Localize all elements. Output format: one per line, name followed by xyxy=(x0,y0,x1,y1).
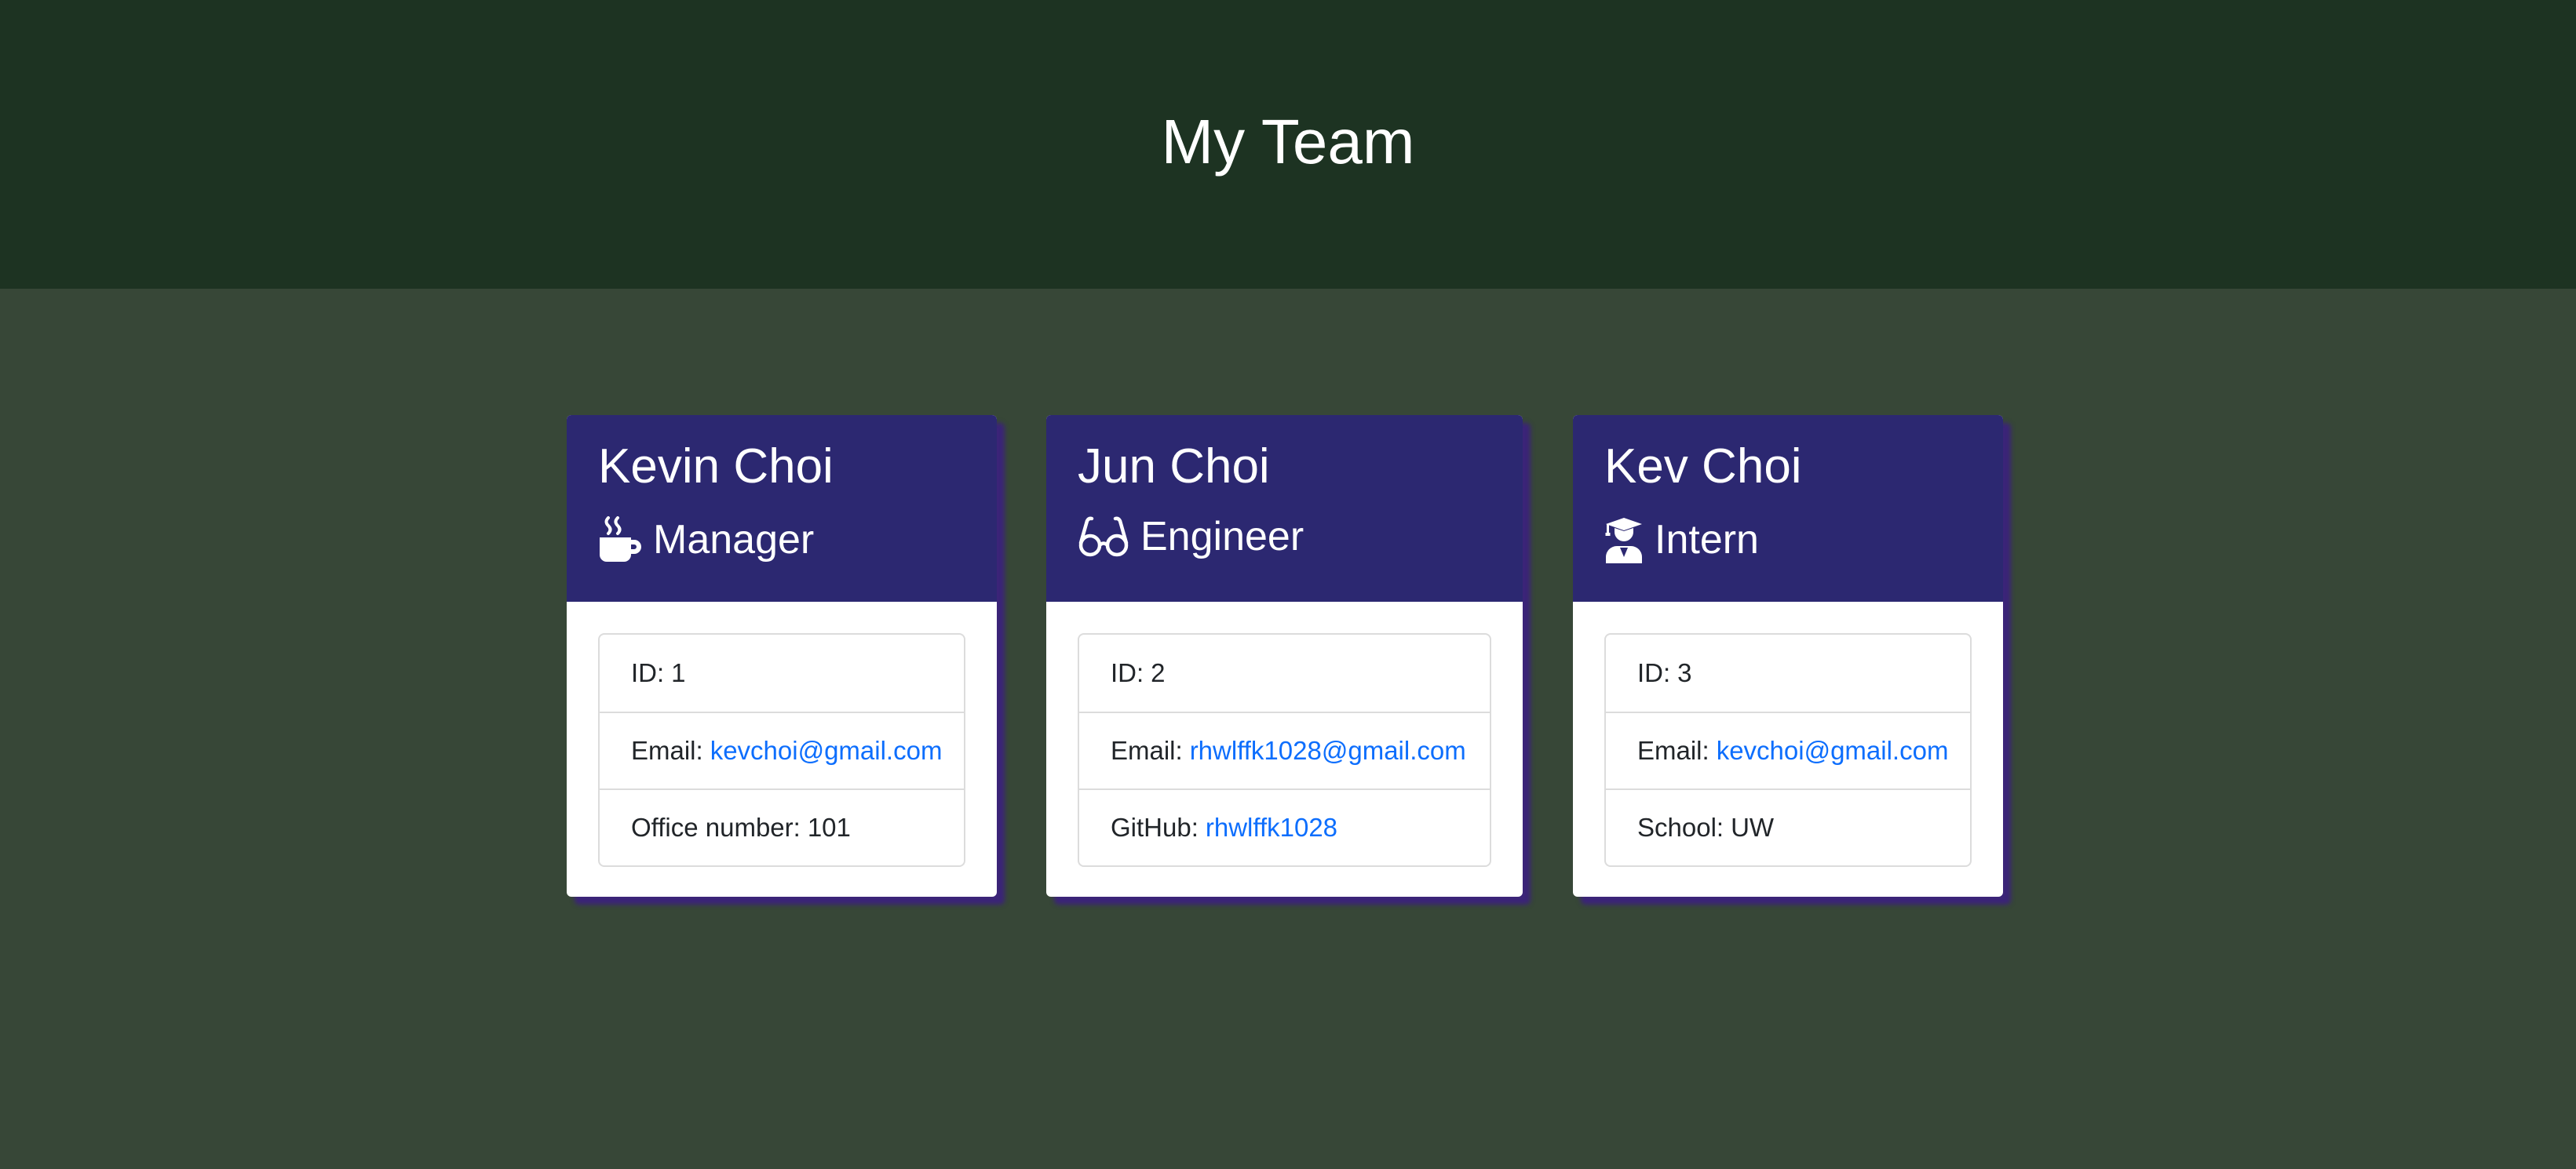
id-label: ID: xyxy=(631,658,665,687)
id-value: 3 xyxy=(1677,658,1692,687)
card-header: Kevin Choi Manager xyxy=(567,415,997,602)
list-item-email: Email: kevchoi@gmail.com xyxy=(600,712,964,788)
employee-card-intern: Kev Choi Intern ID: 3 Email: kevchoi@gma… xyxy=(1573,415,2003,897)
role-label: Manager xyxy=(653,517,815,563)
info-list: ID: 2 Email: rhwlffk1028@gmail.com GitHu… xyxy=(1078,633,1491,867)
list-item-email: Email: kevchoi@gmail.com xyxy=(1606,712,1970,788)
list-item-school: School: UW xyxy=(1606,788,1970,865)
user-graduate-icon xyxy=(1604,516,1644,563)
office-number-value: 101 xyxy=(807,813,851,842)
email-label: Email: xyxy=(1111,736,1183,765)
role-label: Intern xyxy=(1655,517,1759,563)
list-item-email: Email: rhwlffk1028@gmail.com xyxy=(1079,712,1490,788)
employee-name: Kevin Choi xyxy=(598,439,834,493)
email-label: Email: xyxy=(631,736,703,765)
id-label: ID: xyxy=(1111,658,1144,687)
page-header: My Team xyxy=(0,0,2576,289)
page-title: My Team xyxy=(1161,107,1415,177)
id-value: 2 xyxy=(1151,658,1166,687)
info-list: ID: 1 Email: kevchoi@gmail.com Office nu… xyxy=(598,633,965,867)
employee-role: Manager xyxy=(598,516,965,563)
employee-role: Engineer xyxy=(1078,516,1491,557)
office-number-label: Office number: xyxy=(631,813,801,842)
employee-name: Jun Choi xyxy=(1078,439,1270,493)
list-item-id: ID: 3 xyxy=(1606,635,1970,712)
github-label: GitHub: xyxy=(1111,813,1199,842)
card-header: Jun Choi Engineer xyxy=(1046,415,1523,602)
email-link[interactable]: kevchoi@gmail.com xyxy=(1717,736,1949,766)
card-header: Kev Choi Intern xyxy=(1573,415,2003,602)
email-link[interactable]: rhwlffk1028@gmail.com xyxy=(1190,736,1466,766)
email-label: Email: xyxy=(1637,736,1709,765)
glasses-icon xyxy=(1078,516,1129,557)
role-label: Engineer xyxy=(1140,514,1304,559)
card-body: ID: 3 Email: kevchoi@gmail.com School: U… xyxy=(1573,602,2003,897)
mug-hot-icon xyxy=(598,516,642,563)
employee-role: Intern xyxy=(1604,516,1972,563)
employee-name: Kev Choi xyxy=(1604,439,1802,493)
list-item-id: ID: 1 xyxy=(600,635,964,712)
employee-card-manager: Kevin Choi Manager ID: 1 Email: kevchoi@… xyxy=(567,415,997,897)
school-value: UW xyxy=(1731,813,1775,842)
employee-card-engineer: Jun Choi Engineer ID: 2 Email: rhwlffk10… xyxy=(1046,415,1523,897)
school-label: School: xyxy=(1637,813,1724,842)
info-list: ID: 3 Email: kevchoi@gmail.com School: U… xyxy=(1604,633,1972,867)
id-label: ID: xyxy=(1637,658,1671,687)
email-link[interactable]: kevchoi@gmail.com xyxy=(710,736,943,766)
list-item-github: GitHub: rhwlffk1028 xyxy=(1079,788,1490,865)
list-item-id: ID: 2 xyxy=(1079,635,1490,712)
card-body: ID: 2 Email: rhwlffk1028@gmail.com GitHu… xyxy=(1046,602,1523,897)
list-item-office-number: Office number: 101 xyxy=(600,788,964,865)
id-value: 1 xyxy=(671,658,686,687)
card-body: ID: 1 Email: kevchoi@gmail.com Office nu… xyxy=(567,602,997,897)
github-link[interactable]: rhwlffk1028 xyxy=(1206,813,1337,843)
